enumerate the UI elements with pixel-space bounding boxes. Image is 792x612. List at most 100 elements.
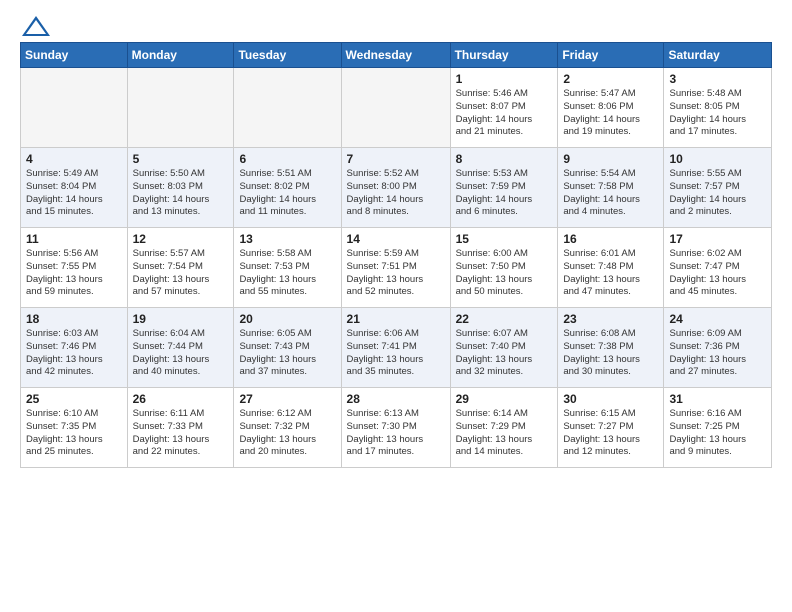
day-number: 6 — [239, 152, 335, 166]
calendar-cell: 27 Sunrise: 6:12 AM Sunset: 7:32 PM Dayli… — [234, 388, 341, 468]
day-info: Sunrise: 5:50 AM Sunset: 8:03 PM Dayligh… — [133, 168, 229, 219]
calendar-week-row: 11 Sunrise: 5:56 AM Sunset: 7:55 PM Dayli… — [21, 228, 772, 308]
weekday-header-sunday: Sunday — [21, 43, 128, 68]
day-info: Sunrise: 6:12 AM Sunset: 7:32 PM Dayligh… — [239, 408, 335, 459]
calendar-cell: 5 Sunrise: 5:50 AM Sunset: 8:03 PM Daylig… — [127, 148, 234, 228]
day-number: 24 — [669, 312, 766, 326]
day-number: 14 — [347, 232, 445, 246]
day-info: Sunrise: 5:46 AM Sunset: 8:07 PM Dayligh… — [456, 88, 553, 139]
day-number: 29 — [456, 392, 553, 406]
day-info: Sunrise: 5:47 AM Sunset: 8:06 PM Dayligh… — [563, 88, 658, 139]
day-info: Sunrise: 6:05 AM Sunset: 7:43 PM Dayligh… — [239, 328, 335, 379]
calendar-cell: 28 Sunrise: 6:13 AM Sunset: 7:30 PM Dayli… — [341, 388, 450, 468]
day-info: Sunrise: 6:02 AM Sunset: 7:47 PM Dayligh… — [669, 248, 766, 299]
day-info: Sunrise: 5:55 AM Sunset: 7:57 PM Dayligh… — [669, 168, 766, 219]
day-info: Sunrise: 5:49 AM Sunset: 8:04 PM Dayligh… — [26, 168, 122, 219]
calendar-cell: 29 Sunrise: 6:14 AM Sunset: 7:29 PM Dayli… — [450, 388, 558, 468]
calendar-cell — [21, 68, 128, 148]
day-info: Sunrise: 5:57 AM Sunset: 7:54 PM Dayligh… — [133, 248, 229, 299]
day-info: Sunrise: 6:14 AM Sunset: 7:29 PM Dayligh… — [456, 408, 553, 459]
day-number: 27 — [239, 392, 335, 406]
day-info: Sunrise: 5:54 AM Sunset: 7:58 PM Dayligh… — [563, 168, 658, 219]
weekday-header-row: SundayMondayTuesdayWednesdayThursdayFrid… — [21, 43, 772, 68]
calendar-cell: 11 Sunrise: 5:56 AM Sunset: 7:55 PM Dayli… — [21, 228, 128, 308]
page-header — [20, 16, 772, 34]
day-number: 31 — [669, 392, 766, 406]
day-number: 5 — [133, 152, 229, 166]
day-info: Sunrise: 6:11 AM Sunset: 7:33 PM Dayligh… — [133, 408, 229, 459]
calendar-cell: 14 Sunrise: 5:59 AM Sunset: 7:51 PM Dayli… — [341, 228, 450, 308]
day-info: Sunrise: 5:58 AM Sunset: 7:53 PM Dayligh… — [239, 248, 335, 299]
day-number: 23 — [563, 312, 658, 326]
day-info: Sunrise: 6:06 AM Sunset: 7:41 PM Dayligh… — [347, 328, 445, 379]
day-info: Sunrise: 6:03 AM Sunset: 7:46 PM Dayligh… — [26, 328, 122, 379]
weekday-header-wednesday: Wednesday — [341, 43, 450, 68]
day-number: 18 — [26, 312, 122, 326]
calendar-cell: 22 Sunrise: 6:07 AM Sunset: 7:40 PM Dayli… — [450, 308, 558, 388]
day-number: 3 — [669, 72, 766, 86]
day-info: Sunrise: 6:10 AM Sunset: 7:35 PM Dayligh… — [26, 408, 122, 459]
day-number: 11 — [26, 232, 122, 246]
weekday-header-thursday: Thursday — [450, 43, 558, 68]
calendar-cell: 19 Sunrise: 6:04 AM Sunset: 7:44 PM Dayli… — [127, 308, 234, 388]
day-info: Sunrise: 6:08 AM Sunset: 7:38 PM Dayligh… — [563, 328, 658, 379]
calendar-cell: 21 Sunrise: 6:06 AM Sunset: 7:41 PM Dayli… — [341, 308, 450, 388]
day-info: Sunrise: 6:04 AM Sunset: 7:44 PM Dayligh… — [133, 328, 229, 379]
day-number: 4 — [26, 152, 122, 166]
calendar-week-row: 18 Sunrise: 6:03 AM Sunset: 7:46 PM Dayli… — [21, 308, 772, 388]
day-number: 20 — [239, 312, 335, 326]
day-info: Sunrise: 6:09 AM Sunset: 7:36 PM Dayligh… — [669, 328, 766, 379]
calendar-cell: 8 Sunrise: 5:53 AM Sunset: 7:59 PM Daylig… — [450, 148, 558, 228]
weekday-header-tuesday: Tuesday — [234, 43, 341, 68]
day-info: Sunrise: 6:15 AM Sunset: 7:27 PM Dayligh… — [563, 408, 658, 459]
calendar-cell: 4 Sunrise: 5:49 AM Sunset: 8:04 PM Daylig… — [21, 148, 128, 228]
day-info: Sunrise: 6:13 AM Sunset: 7:30 PM Dayligh… — [347, 408, 445, 459]
logo — [20, 16, 50, 34]
calendar-cell: 17 Sunrise: 6:02 AM Sunset: 7:47 PM Dayli… — [664, 228, 772, 308]
calendar-cell: 18 Sunrise: 6:03 AM Sunset: 7:46 PM Dayli… — [21, 308, 128, 388]
day-info: Sunrise: 5:53 AM Sunset: 7:59 PM Dayligh… — [456, 168, 553, 219]
day-info: Sunrise: 5:59 AM Sunset: 7:51 PM Dayligh… — [347, 248, 445, 299]
day-info: Sunrise: 6:01 AM Sunset: 7:48 PM Dayligh… — [563, 248, 658, 299]
day-number: 8 — [456, 152, 553, 166]
day-number: 26 — [133, 392, 229, 406]
day-number: 21 — [347, 312, 445, 326]
day-number: 1 — [456, 72, 553, 86]
calendar-cell — [341, 68, 450, 148]
calendar-week-row: 4 Sunrise: 5:49 AM Sunset: 8:04 PM Daylig… — [21, 148, 772, 228]
day-number: 13 — [239, 232, 335, 246]
day-number: 19 — [133, 312, 229, 326]
calendar-cell — [127, 68, 234, 148]
day-info: Sunrise: 6:00 AM Sunset: 7:50 PM Dayligh… — [456, 248, 553, 299]
calendar-cell: 26 Sunrise: 6:11 AM Sunset: 7:33 PM Dayli… — [127, 388, 234, 468]
calendar-cell — [234, 68, 341, 148]
day-number: 28 — [347, 392, 445, 406]
day-number: 16 — [563, 232, 658, 246]
day-number: 22 — [456, 312, 553, 326]
day-number: 2 — [563, 72, 658, 86]
day-number: 15 — [456, 232, 553, 246]
calendar-week-row: 1 Sunrise: 5:46 AM Sunset: 8:07 PM Daylig… — [21, 68, 772, 148]
calendar-cell: 30 Sunrise: 6:15 AM Sunset: 7:27 PM Dayli… — [558, 388, 664, 468]
day-number: 30 — [563, 392, 658, 406]
day-info: Sunrise: 5:48 AM Sunset: 8:05 PM Dayligh… — [669, 88, 766, 139]
calendar-table: SundayMondayTuesdayWednesdayThursdayFrid… — [20, 42, 772, 468]
calendar-cell: 16 Sunrise: 6:01 AM Sunset: 7:48 PM Dayli… — [558, 228, 664, 308]
day-number: 17 — [669, 232, 766, 246]
weekday-header-friday: Friday — [558, 43, 664, 68]
day-number: 25 — [26, 392, 122, 406]
calendar-cell: 20 Sunrise: 6:05 AM Sunset: 7:43 PM Dayli… — [234, 308, 341, 388]
calendar-cell: 10 Sunrise: 5:55 AM Sunset: 7:57 PM Dayli… — [664, 148, 772, 228]
calendar-cell: 13 Sunrise: 5:58 AM Sunset: 7:53 PM Dayli… — [234, 228, 341, 308]
day-info: Sunrise: 6:07 AM Sunset: 7:40 PM Dayligh… — [456, 328, 553, 379]
calendar-cell: 25 Sunrise: 6:10 AM Sunset: 7:35 PM Dayli… — [21, 388, 128, 468]
day-info: Sunrise: 5:56 AM Sunset: 7:55 PM Dayligh… — [26, 248, 122, 299]
calendar-cell: 9Sunrise: 5:54 AM Sunset: 7:58 PM Daylig… — [558, 148, 664, 228]
calendar-cell: 12 Sunrise: 5:57 AM Sunset: 7:54 PM Dayli… — [127, 228, 234, 308]
calendar-cell: 3 Sunrise: 5:48 AM Sunset: 8:05 PM Daylig… — [664, 68, 772, 148]
calendar-cell: 31Sunrise: 6:16 AM Sunset: 7:25 PM Dayli… — [664, 388, 772, 468]
day-number: 7 — [347, 152, 445, 166]
calendar-cell: 7Sunrise: 5:52 AM Sunset: 8:00 PM Daylig… — [341, 148, 450, 228]
day-number: 12 — [133, 232, 229, 246]
day-number: 10 — [669, 152, 766, 166]
